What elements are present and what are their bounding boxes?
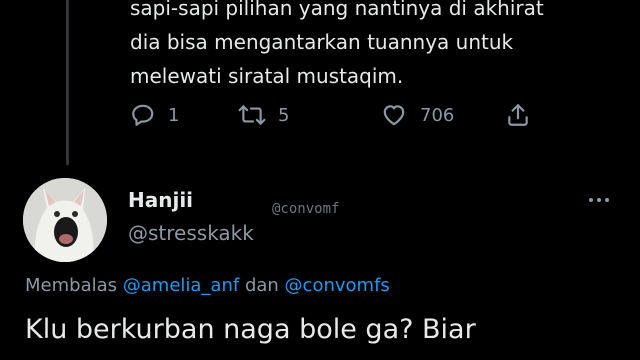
previous-tweet-text: sapi-sapi pilihan yang nantinya di akhir… — [130, 0, 600, 93]
reply-tweet-text: Klu berkurban naga bole ga? Biar — [25, 314, 476, 345]
previous-tweet-line: dia bisa mengantarkan tuannya untuk — [130, 30, 514, 54]
previous-tweet-line: melewati siratal mustaqim. — [130, 64, 404, 88]
like-count: 706 — [420, 104, 455, 126]
retweet-count: 5 — [278, 104, 290, 126]
tweet-action-bar: 1 5 706 — [130, 98, 540, 132]
reply-button[interactable]: 1 — [130, 98, 179, 132]
replying-to: Membalas @amelia_anf dan @convomfs — [25, 272, 390, 300]
share-button[interactable] — [505, 98, 531, 132]
reply-icon — [130, 102, 156, 128]
retweet-icon — [238, 102, 266, 128]
more-options-button[interactable] — [584, 192, 614, 208]
mention-link[interactable]: @convomfs — [285, 275, 390, 296]
watermark: @convomf — [272, 201, 340, 217]
replying-prefix: Membalas — [25, 275, 118, 296]
mention-link[interactable]: @amelia_anf — [123, 275, 239, 296]
reply-count: 1 — [168, 104, 180, 126]
avatar[interactable] — [23, 178, 107, 262]
share-icon — [505, 102, 531, 128]
user-handle[interactable]: @stresskakk — [128, 220, 254, 246]
display-name[interactable]: Hanjii — [128, 188, 193, 212]
thread-connector-line — [66, 0, 69, 165]
replying-conjunction: dan — [244, 275, 279, 296]
heart-icon — [380, 102, 408, 128]
retweet-button[interactable]: 5 — [238, 98, 289, 132]
previous-tweet-line: sapi-sapi pilihan yang nantinya di akhir… — [130, 0, 544, 20]
like-button[interactable]: 706 — [380, 98, 454, 132]
cat-avatar-icon — [23, 178, 107, 262]
more-dots-icon — [589, 198, 609, 202]
